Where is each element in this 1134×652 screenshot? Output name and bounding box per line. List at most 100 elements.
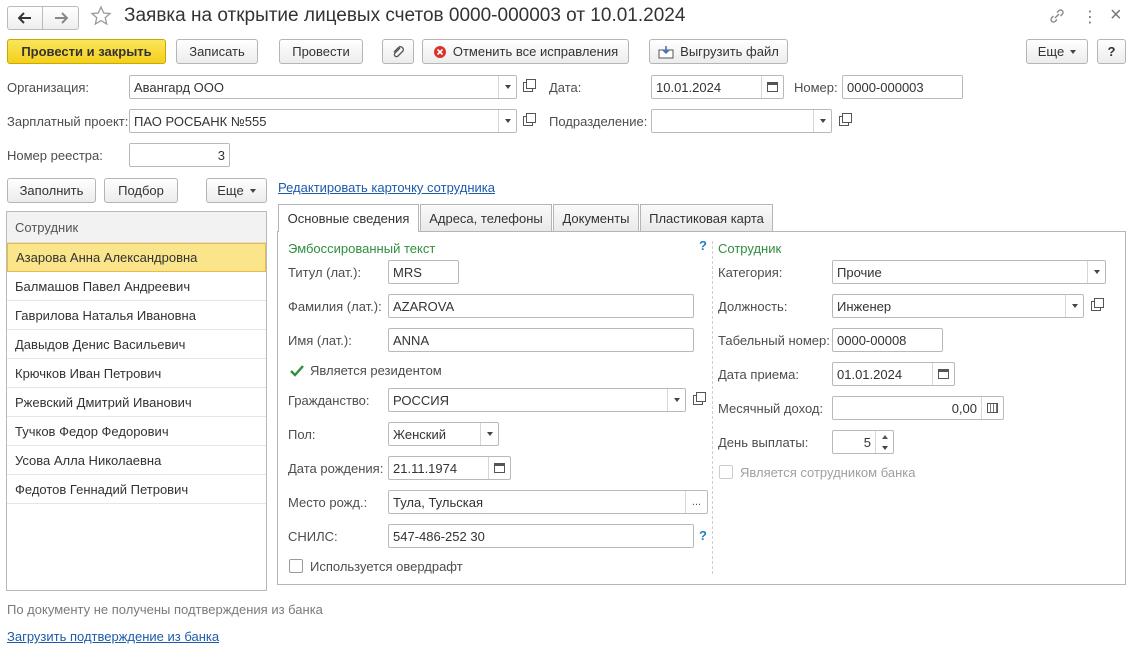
registry-number-label: Номер реестра: xyxy=(7,148,103,163)
select-button[interactable]: Подбор xyxy=(104,178,178,203)
embossed-help-icon[interactable]: ? xyxy=(699,238,707,253)
post-button[interactable]: Провести xyxy=(279,39,363,64)
date-value: 10.01.2024 xyxy=(656,79,722,95)
dropdown-arrow-icon[interactable] xyxy=(498,76,516,98)
calendar-icon[interactable] xyxy=(488,457,510,479)
more-button[interactable]: Еще xyxy=(1026,39,1088,64)
birthplace-field[interactable]: Тула, Тульская ... xyxy=(388,490,708,514)
dropdown-arrow-icon[interactable] xyxy=(498,110,516,132)
more-menu-icon[interactable]: ⋮ xyxy=(1082,7,1098,27)
tab-main-info[interactable]: Основные сведения xyxy=(278,204,419,232)
save-label: Записать xyxy=(189,44,245,59)
close-icon[interactable]: × xyxy=(1110,4,1122,27)
date-field[interactable]: 10.01.2024 xyxy=(651,75,784,99)
edit-employee-card-link[interactable]: Редактировать карточку сотрудника xyxy=(278,180,495,195)
birth-date-field[interactable]: 21.11.1974 xyxy=(388,456,511,480)
personnel-number-label: Табельный номер: xyxy=(718,333,830,348)
open-icon xyxy=(693,392,706,405)
spin-down-icon[interactable] xyxy=(881,445,888,450)
chevron-down-icon xyxy=(249,188,256,193)
tab-plastic-card[interactable]: Пластиковая карта xyxy=(640,204,773,231)
citizenship-field[interactable]: РОССИЯ xyxy=(388,388,686,412)
spin-up-icon[interactable] xyxy=(881,434,888,439)
select-label: Подбор xyxy=(118,183,164,198)
gender-value: Женский xyxy=(393,426,446,442)
org-field[interactable]: Авангард ООО xyxy=(129,75,517,99)
list-item-label: Давыдов Денис Васильевич xyxy=(15,336,186,352)
list-item[interactable]: Гаврилова Наталья Ивановна xyxy=(7,301,266,330)
fill-button[interactable]: Заполнить xyxy=(7,178,96,203)
hire-date-field[interactable]: 01.01.2024 xyxy=(832,362,955,386)
list-item[interactable]: Балмашов Павел Андреевич xyxy=(7,272,266,301)
ellipsis-button[interactable]: ... xyxy=(685,491,707,513)
favorite-star-icon[interactable] xyxy=(90,5,112,30)
load-confirmation-link[interactable]: Загрузить подтверждение из банка xyxy=(7,629,219,644)
salary-project-field[interactable]: ПАО РОСБАНК №555 xyxy=(129,109,517,133)
personnel-number-field[interactable]: 0000-00008 xyxy=(832,328,943,352)
date-label: Дата: xyxy=(549,80,582,95)
list-item[interactable]: Ржевский Дмитрий Иванович xyxy=(7,388,266,417)
dropdown-arrow-icon[interactable] xyxy=(813,110,831,132)
link-icon[interactable] xyxy=(1048,7,1066,28)
employee-column-header[interactable]: Сотрудник xyxy=(7,212,266,243)
dropdown-arrow-icon[interactable] xyxy=(480,423,498,445)
cancel-fixes-button[interactable]: Отменить все исправления xyxy=(422,39,629,64)
snils-label: СНИЛС: xyxy=(288,529,338,544)
paperclip-icon xyxy=(393,45,404,57)
title-lat-label: Титул (лат.): xyxy=(288,265,362,280)
position-value: Инженер xyxy=(837,298,892,314)
spinner-icon[interactable] xyxy=(875,431,893,453)
list-item-label: Ржевский Дмитрий Иванович xyxy=(15,394,192,410)
category-field[interactable]: Прочие xyxy=(832,260,1106,284)
list-item[interactable]: Крючков Иван Петрович xyxy=(7,359,266,388)
tab-documents[interactable]: Документы xyxy=(553,204,639,231)
org-open-button[interactable] xyxy=(518,75,538,99)
number-field[interactable]: 0000-000003 xyxy=(842,75,963,99)
dropdown-arrow-icon[interactable] xyxy=(1065,295,1083,317)
calendar-icon[interactable] xyxy=(761,76,783,98)
snils-help-icon[interactable]: ? xyxy=(699,528,707,543)
dropdown-arrow-icon[interactable] xyxy=(1087,261,1105,283)
list-item[interactable]: Федотов Геннадий Петрович xyxy=(7,475,266,504)
calendar-icon[interactable] xyxy=(932,363,954,385)
gender-field[interactable]: Женский xyxy=(388,422,499,446)
name-lat-value: ANNA xyxy=(393,332,430,348)
help-button[interactable]: ? xyxy=(1097,39,1126,64)
citizenship-open-button[interactable] xyxy=(688,388,708,412)
list-item-label: Усова Алла Николаевна xyxy=(15,452,162,468)
more-label: Еще xyxy=(1037,44,1065,59)
surname-lat-value: AZAROVA xyxy=(393,298,455,314)
surname-lat-field[interactable]: AZAROVA xyxy=(388,294,694,318)
position-field[interactable]: Инженер xyxy=(832,294,1084,318)
personnel-number-value: 0000-00008 xyxy=(837,332,907,348)
attach-button[interactable] xyxy=(382,39,414,64)
list-item[interactable]: Тучков Федор Федорович xyxy=(7,417,266,446)
department-open-button[interactable] xyxy=(834,109,854,133)
dropdown-arrow-icon[interactable] xyxy=(667,389,685,411)
monthly-income-field[interactable]: 0,00 xyxy=(832,396,1004,420)
registry-number-field[interactable]: 3 xyxy=(129,143,230,167)
position-open-button[interactable] xyxy=(1086,294,1106,318)
tab-main-info-label: Основные сведения xyxy=(287,211,410,226)
calculator-icon[interactable] xyxy=(981,397,1003,419)
post-and-close-button[interactable]: Провести и закрыть xyxy=(7,39,166,64)
bank-employee-checkbox[interactable] xyxy=(719,465,733,479)
title-lat-field[interactable]: MRS xyxy=(388,260,459,284)
name-lat-field[interactable]: ANNA xyxy=(388,328,694,352)
list-item[interactable]: Азарова Анна Александровна xyxy=(7,243,266,272)
list-item[interactable]: Усова Алла Николаевна xyxy=(7,446,266,475)
department-field[interactable] xyxy=(651,109,832,133)
salary-project-open-button[interactable] xyxy=(518,109,538,133)
overdraft-checkbox[interactable] xyxy=(289,559,303,573)
snils-field[interactable]: 547-486-252 30 xyxy=(388,524,694,548)
surname-lat-label: Фамилия (лат.): xyxy=(288,299,382,314)
payday-field[interactable]: 5 xyxy=(832,430,894,454)
list-item[interactable]: Давыдов Денис Васильевич xyxy=(7,330,266,359)
resident-checkbox[interactable] xyxy=(289,363,304,377)
list-more-button[interactable]: Еще xyxy=(206,178,267,203)
forward-button[interactable] xyxy=(43,6,79,30)
tab-addresses[interactable]: Адреса, телефоны xyxy=(420,204,552,231)
back-button[interactable] xyxy=(7,6,43,30)
export-file-button[interactable]: Выгрузить файл xyxy=(649,39,788,64)
save-button[interactable]: Записать xyxy=(176,39,258,64)
